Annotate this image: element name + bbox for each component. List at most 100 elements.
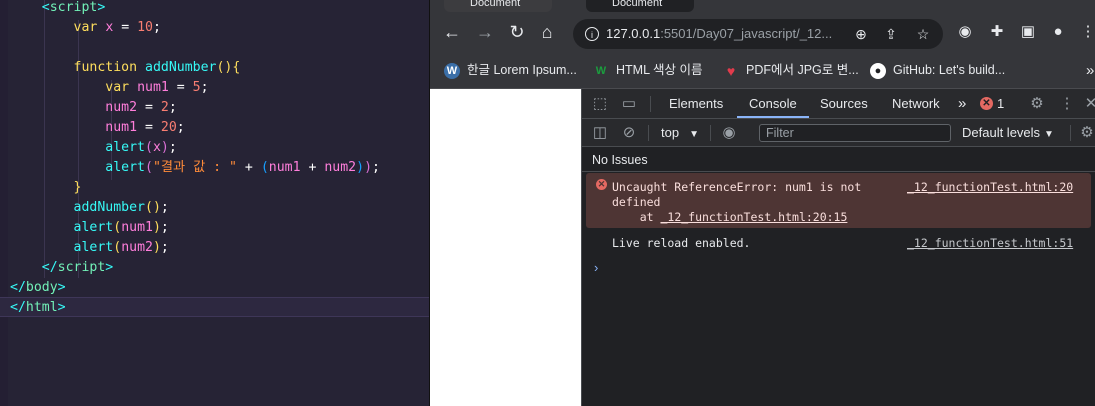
share-icon[interactable]: ⇪: [881, 24, 901, 44]
live-expression-eye-icon[interactable]: ◉: [719, 123, 739, 143]
code-token: }: [73, 180, 82, 195]
code-line[interactable]: alert("결과 값 : " + (num1 + num2));: [10, 158, 380, 178]
code-token: </: [10, 280, 26, 295]
code-token: +: [236, 160, 261, 175]
extensions-puzzle-icon[interactable]: ✚: [987, 22, 1007, 42]
more-tabs-icon[interactable]: »: [958, 89, 966, 118]
error-stack-link[interactable]: _12_functionTest.html:20:15: [660, 210, 847, 224]
code-line[interactable]: alert(num1);: [10, 218, 169, 238]
bookmarks-overflow[interactable]: »: [1086, 54, 1094, 89]
error-count-icon[interactable]: ✕: [980, 97, 993, 110]
code-token: (){: [216, 60, 241, 75]
tab-network[interactable]: Network: [892, 89, 940, 118]
code-line[interactable]: num2 = 2;: [10, 98, 177, 118]
code-editor[interactable]: <script> var x = 10; function addNumber(…: [0, 0, 429, 406]
tab-console[interactable]: Console: [737, 89, 809, 118]
code-token: var: [105, 80, 130, 95]
inspect-element-icon[interactable]: ⬚: [590, 94, 610, 114]
code-line[interactable]: </body>: [10, 278, 66, 298]
code-token: ;: [372, 160, 380, 175]
code-token: alert: [73, 240, 114, 255]
log-source-link[interactable]: _12_functionTest.html:51: [907, 236, 1073, 251]
code-line[interactable]: </html>: [10, 298, 66, 318]
context-selector[interactable]: top ▼: [661, 123, 699, 145]
sidebar-toggle-icon[interactable]: ◫: [590, 123, 610, 143]
bookmark-item[interactable]: ♥ PDF에서 JPG로 변...: [723, 54, 859, 89]
page-viewport[interactable]: [430, 89, 581, 406]
extension-owl-icon[interactable]: ◉: [955, 22, 975, 42]
clear-console-icon[interactable]: ⊘: [619, 123, 639, 143]
code-line[interactable]: var x = 10;: [10, 18, 161, 38]
back-icon[interactable]: ←: [440, 20, 464, 44]
code-token: ): [152, 240, 161, 255]
browser-tab-active[interactable]: Document: [586, 0, 694, 12]
code-line[interactable]: <script>: [10, 0, 106, 18]
code-line[interactable]: addNumber();: [10, 198, 169, 218]
code-token: alert: [73, 220, 114, 235]
profile-avatar-icon[interactable]: ●: [1048, 22, 1068, 42]
code-token: ): [356, 160, 365, 175]
bookmark-item[interactable]: W 한글 Lorem Ipsum...: [444, 54, 577, 89]
console-prompt-icon[interactable]: ›: [594, 260, 598, 275]
code-token: =: [113, 20, 138, 35]
code-line[interactable]: function addNumber(){: [10, 58, 241, 78]
tab-sources[interactable]: Sources: [820, 89, 868, 118]
code-token: script: [49, 0, 98, 15]
code-line[interactable]: num1 = 20;: [10, 118, 184, 138]
code-line[interactable]: }: [10, 178, 82, 198]
code-line[interactable]: alert(num2);: [10, 238, 169, 258]
editor-gutter: [0, 0, 8, 406]
bookmark-item[interactable]: W HTML 색상 이름: [593, 54, 703, 89]
error-source-link[interactable]: _12_functionTest.html:20: [907, 180, 1073, 195]
console-settings-icon[interactable]: ⚙: [1077, 123, 1095, 143]
code-token: num1: [121, 220, 153, 235]
code-token: +: [300, 160, 325, 175]
code-token: 20: [160, 120, 177, 135]
address-bar[interactable]: i 127.0.0.1:5501/Day07_javascript/_12...…: [573, 19, 943, 49]
forward-icon[interactable]: →: [473, 20, 497, 44]
issues-bar[interactable]: No Issues: [582, 147, 1095, 172]
browser-tab[interactable]: Document: [444, 0, 552, 12]
home-icon[interactable]: ⌂: [535, 20, 559, 44]
tab-elements[interactable]: Elements: [669, 89, 723, 118]
menu-kebab-icon[interactable]: ⋮: [1078, 22, 1095, 42]
bookmark-star-icon[interactable]: ☆: [913, 24, 933, 44]
side-panel-icon[interactable]: ▣: [1018, 22, 1038, 42]
devtools-menu-icon[interactable]: ⋮: [1057, 94, 1077, 114]
zoom-icon[interactable]: ⊕: [851, 24, 871, 44]
device-toolbar-icon[interactable]: ▭: [619, 94, 639, 114]
error-count[interactable]: 1: [997, 89, 1004, 119]
url-text[interactable]: 127.0.0.1:5501/Day07_javascript/_12...: [606, 19, 832, 49]
reload-icon[interactable]: ↻: [505, 20, 529, 44]
settings-gear-icon[interactable]: ⚙: [1027, 94, 1047, 114]
log-message: Live reload enabled.: [612, 236, 751, 250]
code-token: num1: [105, 120, 138, 135]
console-error-message[interactable]: ✕ Uncaught ReferenceError: num1 is not d…: [586, 173, 1091, 228]
wordpress-icon: W: [444, 62, 460, 79]
devtools-tabbar: ⬚ ▭ Elements Console Sources Network » ✕…: [582, 89, 1095, 119]
code-token: (): [145, 200, 161, 215]
code-token: ;: [160, 200, 169, 215]
browser-window: Document Document ← → ↻ ⌂ i 127.0.0.1:55…: [429, 0, 1095, 406]
code-token: 5: [192, 80, 201, 95]
code-line[interactable]: var num1 = 5;: [10, 78, 208, 98]
divider: [648, 125, 649, 141]
bookmark-item[interactable]: ● GitHub: Let's build...: [870, 54, 1005, 89]
close-devtools-icon[interactable]: ✕: [1081, 94, 1095, 114]
code-line[interactable]: alert(x);: [10, 138, 177, 158]
code-token: alert: [105, 140, 145, 155]
info-icon[interactable]: i: [585, 27, 599, 41]
code-token: ): [364, 160, 373, 175]
log-levels-dropdown[interactable]: Default levels ▼: [962, 123, 1054, 145]
code-token: addNumber: [145, 60, 217, 75]
console-filter-input[interactable]: Filter: [759, 124, 951, 142]
code-line[interactable]: </script>: [10, 258, 113, 278]
code-token: =: [137, 100, 161, 115]
